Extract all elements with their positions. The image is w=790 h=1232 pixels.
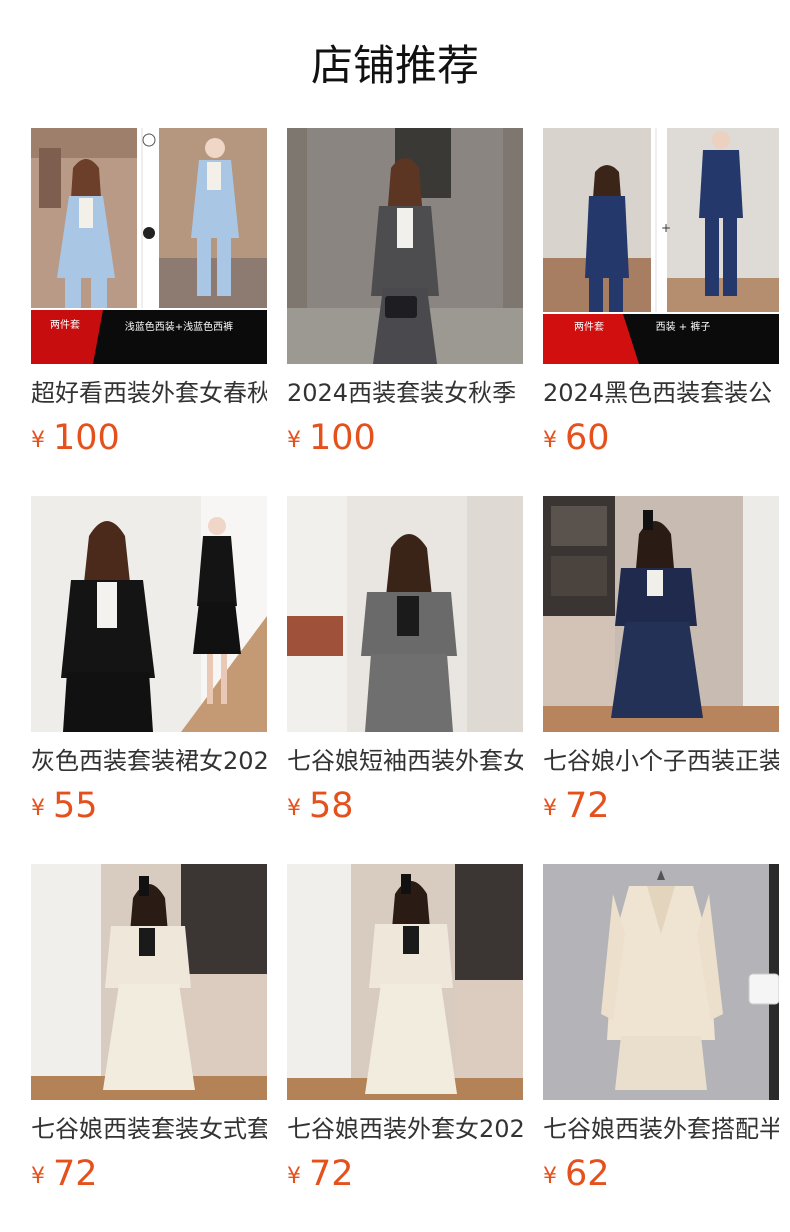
currency-symbol: ¥ bbox=[543, 428, 557, 453]
price-value: 100 bbox=[309, 418, 376, 458]
product-name[interactable]: 七谷娘小个子西装正装 bbox=[543, 744, 779, 778]
price-value: 55 bbox=[53, 786, 98, 826]
product-image[interactable] bbox=[287, 128, 523, 364]
product-price: ¥72 bbox=[287, 1152, 354, 1196]
price-value: 58 bbox=[309, 786, 354, 826]
product-name[interactable]: 2024西装套装女秋季 bbox=[287, 376, 523, 410]
recommendation-page: 店铺推荐 两件套 浅蓝色西装+浅蓝色西裤 超好看西装外套女春秋 ¥ 100 20… bbox=[0, 0, 790, 1232]
price-value: 72 bbox=[53, 1154, 98, 1194]
currency-symbol: ¥ bbox=[31, 428, 45, 453]
product-price: ¥100 bbox=[31, 416, 120, 460]
currency-symbol: ¥ bbox=[287, 428, 301, 453]
product-image[interactable] bbox=[543, 864, 779, 1100]
price-value: 60 bbox=[565, 418, 610, 458]
product-image[interactable]: 两件套 浅蓝色西装+浅蓝色西裤 bbox=[31, 128, 267, 364]
product-price: ¥100 bbox=[287, 416, 376, 460]
product-price: ¥60 bbox=[543, 416, 610, 460]
product-name[interactable]: 超好看西装外套女春秋 bbox=[31, 376, 267, 410]
product-name[interactable]: 2024黑色西装套装公 bbox=[543, 376, 779, 410]
banner-tag: 两件套 bbox=[50, 318, 80, 331]
currency-symbol: ¥ bbox=[543, 1164, 557, 1189]
currency-symbol: ¥ bbox=[31, 1164, 45, 1189]
page-title: 店铺推荐 bbox=[310, 41, 479, 90]
product-name[interactable]: 七谷娘西装外套搭配半 bbox=[543, 1112, 779, 1146]
currency-symbol: ¥ bbox=[31, 796, 45, 821]
banner-text: 西装 + 裤子 bbox=[656, 320, 711, 333]
currency-symbol: ¥ bbox=[287, 796, 301, 821]
product-name[interactable]: 七谷娘西装套装女式套 bbox=[31, 1112, 267, 1146]
product-image[interactable]: + 两件套 西装 + 裤子 bbox=[543, 128, 779, 364]
product-image[interactable] bbox=[287, 864, 523, 1100]
product-price: ¥72 bbox=[31, 1152, 98, 1196]
product-image[interactable] bbox=[31, 496, 267, 732]
product-name[interactable]: 灰色西装套装裙女2024 bbox=[31, 744, 267, 778]
product-price: ¥62 bbox=[543, 1152, 610, 1196]
price-value: 72 bbox=[309, 1154, 354, 1194]
currency-symbol: ¥ bbox=[543, 796, 557, 821]
price-value: 62 bbox=[565, 1154, 610, 1194]
product-name[interactable]: 七谷娘西装外套女2024 bbox=[287, 1112, 523, 1146]
currency-symbol: ¥ bbox=[287, 1164, 301, 1189]
price-value: 72 bbox=[565, 786, 610, 826]
product-price: ¥58 bbox=[287, 784, 354, 828]
banner-tag: 两件套 bbox=[574, 320, 604, 333]
product-image[interactable] bbox=[543, 496, 779, 732]
product-name[interactable]: 七谷娘短袖西装外套女 bbox=[287, 744, 523, 778]
price-value: 100 bbox=[53, 418, 120, 458]
svg-text:+: + bbox=[661, 221, 671, 235]
product-image[interactable] bbox=[287, 496, 523, 732]
banner-text: 浅蓝色西装+浅蓝色西裤 bbox=[125, 320, 233, 333]
product-price: ¥72 bbox=[543, 784, 610, 828]
product-price: ¥55 bbox=[31, 784, 98, 828]
product-image[interactable] bbox=[31, 864, 267, 1100]
